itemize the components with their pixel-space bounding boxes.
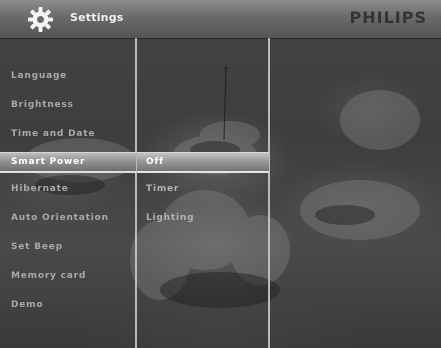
submenu-item-label: Timer <box>146 184 180 194</box>
settings-screen: Settings PHILIPS Language Brightness Tim… <box>0 0 441 348</box>
menu-item-smart-power[interactable]: Smart Power <box>0 152 136 173</box>
submenu-item-lighting[interactable]: Lighting <box>137 210 269 227</box>
submenu-item-label: Lighting <box>146 213 195 223</box>
smart-power-submenu: Off Timer Lighting <box>137 38 269 348</box>
gear-icon <box>28 7 53 32</box>
menu-item-auto-orientation[interactable]: Auto Orientation <box>0 210 136 227</box>
menu-item-label: Smart Power <box>11 157 86 167</box>
menu-item-hibernate[interactable]: Hibernate <box>0 181 136 198</box>
menu-item-label: Brightness <box>11 100 74 110</box>
menu-item-brightness[interactable]: Brightness <box>0 97 136 114</box>
brand-logo: PHILIPS <box>349 8 427 27</box>
menu-item-time-and-date[interactable]: Time and Date <box>0 126 136 143</box>
menu-item-label: Auto Orientation <box>11 213 109 223</box>
menu-item-label: Memory card <box>11 271 87 281</box>
menu-item-label: Set Beep <box>11 242 63 252</box>
menu-item-set-beep[interactable]: Set Beep <box>0 239 136 256</box>
menu-item-label: Demo <box>11 300 44 310</box>
page-title: Settings <box>70 11 124 24</box>
submenu-item-timer[interactable]: Timer <box>137 181 269 198</box>
menu-item-label: Time and Date <box>11 129 96 139</box>
menu-item-label: Hibernate <box>11 184 69 194</box>
submenu-item-off[interactable]: Off <box>137 152 269 173</box>
menu-item-language[interactable]: Language <box>0 68 136 85</box>
menu-item-memory-card[interactable]: Memory card <box>0 268 136 285</box>
settings-menu: Language Brightness Time and Date Smart … <box>0 38 136 348</box>
menu-item-demo[interactable]: Demo <box>0 297 136 314</box>
submenu-item-label: Off <box>146 157 164 167</box>
menu-item-label: Language <box>11 71 68 81</box>
title-bar: Settings PHILIPS <box>0 0 441 39</box>
